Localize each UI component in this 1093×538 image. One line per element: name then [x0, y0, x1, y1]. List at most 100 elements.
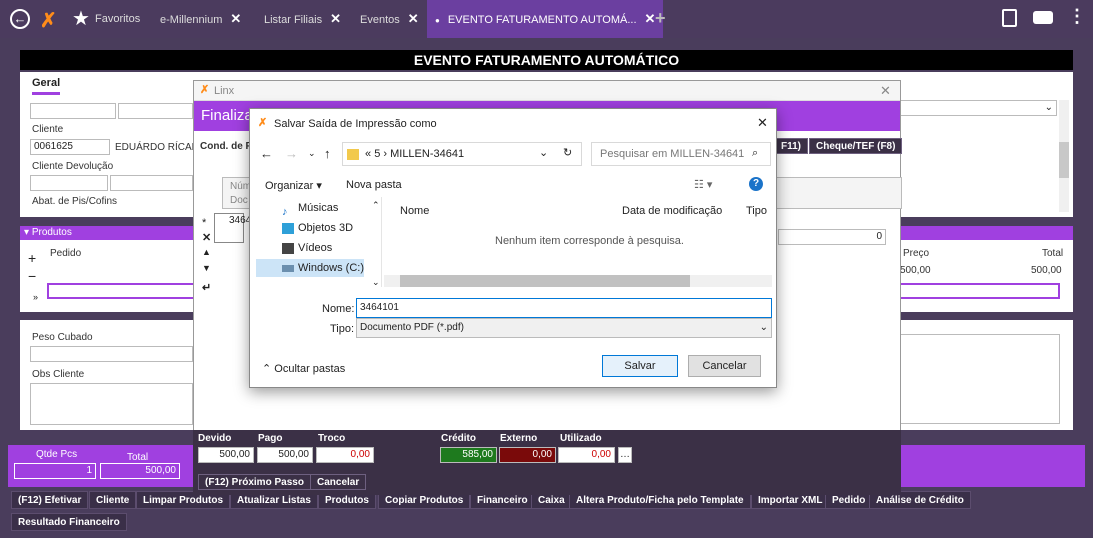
up-icon[interactable]: ▲	[202, 247, 211, 257]
forward-arrow-icon[interactable]: →	[285, 146, 298, 161]
more-menu-icon[interactable]: ⋮	[1068, 6, 1086, 27]
cliente-code-field[interactable]: 0061625	[30, 139, 110, 155]
nav-objetos-3d[interactable]: Objetos 3D	[282, 219, 353, 237]
obs-cliente-field[interactable]	[30, 383, 193, 425]
remove-icon[interactable]: −	[28, 268, 36, 284]
nav-windows-c[interactable]: Windows (C:)	[256, 259, 364, 277]
cliente-devolucao-field[interactable]	[30, 175, 108, 191]
tab-evento-faturamento[interactable]: ● EVENTO FATURAMENTO AUTOMÁ... ✕	[427, 0, 664, 38]
close-icon[interactable]: ✕	[230, 11, 241, 26]
close-icon[interactable]: ✕	[408, 11, 419, 26]
pago-field[interactable]: 500,00	[257, 447, 313, 463]
search-icon[interactable]: ⌕	[752, 147, 758, 160]
up-arrow-icon[interactable]: ↑	[324, 146, 331, 161]
proximo-passo-button[interactable]: (F12) Próximo Passo	[198, 474, 311, 490]
star-icon[interactable]: ★	[72, 6, 90, 31]
devido-field[interactable]: 500,00	[198, 447, 254, 463]
clipboard-icon[interactable]	[1002, 9, 1017, 27]
tab-e-millennium[interactable]: e-Millennium ✕	[160, 0, 241, 38]
close-icon[interactable]: ✕	[330, 11, 341, 26]
f11-button[interactable]: F11)	[774, 138, 809, 154]
col-nome[interactable]: Nome	[400, 205, 429, 217]
save-button[interactable]: Salvar	[602, 355, 678, 377]
linx-logo-icon: ✗	[40, 10, 57, 32]
credito-field[interactable]: 585,00	[440, 447, 497, 463]
troco-field[interactable]: 0,00	[316, 447, 374, 463]
bottom-button-cliente[interactable]: Cliente	[89, 491, 137, 509]
close-icon[interactable]: ✕	[757, 115, 768, 131]
peso-cubado-field[interactable]	[30, 346, 193, 362]
payment-row[interactable]: 3464	[214, 213, 251, 243]
grid-star-icon: *	[202, 217, 207, 229]
tab-listar-filiais[interactable]: Listar Filiais ✕	[264, 0, 341, 38]
total-label: Total	[127, 452, 149, 463]
qtde-pcs-field[interactable]: 1	[14, 463, 96, 479]
refresh-icon[interactable]: ↻	[563, 146, 572, 159]
geral-field-1[interactable]	[30, 103, 116, 119]
address-path: « 5 › MILLEN-34641	[365, 148, 465, 160]
tab-favoritos[interactable]: Favoritos	[95, 0, 140, 38]
value-field[interactable]: 0	[778, 229, 886, 245]
col-data[interactable]: Data de modificação	[622, 205, 722, 217]
organize-button[interactable]: Organizar ▾	[265, 179, 322, 192]
externo-field[interactable]: 0,00	[499, 447, 556, 463]
new-folder-button[interactable]: Nova pasta	[346, 179, 402, 191]
chevron-up-icon: ⌃	[262, 363, 272, 375]
address-dropdown-icon[interactable]: ⌄	[539, 146, 548, 159]
horizontal-scrollbar[interactable]	[384, 275, 772, 287]
preco-value: 500,00	[900, 265, 931, 276]
produtos-selected-row[interactable]	[47, 283, 195, 299]
nav-videos[interactable]: Vídeos	[282, 239, 332, 257]
add-icon[interactable]: +	[28, 250, 36, 266]
down-icon[interactable]: ▼	[202, 263, 211, 273]
enter-icon[interactable]: ↵	[202, 281, 211, 294]
obs-right-field[interactable]	[900, 334, 1060, 424]
cliente-label: Cliente	[32, 124, 64, 135]
total-field[interactable]: 500,00	[100, 463, 180, 479]
tab-geral[interactable]: Geral	[32, 77, 61, 95]
linx-titlebar: ✗ Linx ✕	[194, 81, 900, 101]
obs-cliente-label: Obs Cliente	[32, 369, 85, 380]
total-value: 500,00	[1031, 265, 1062, 276]
nav-scroll-up-icon[interactable]: ⌃	[372, 200, 380, 211]
utilizado-field[interactable]: 0,00	[558, 447, 615, 463]
pago-label: Pago	[258, 433, 283, 444]
close-icon[interactable]: ✕	[645, 11, 656, 26]
chat-icon[interactable]	[1033, 11, 1053, 24]
address-bar[interactable]: « 5 › MILLEN-34641 ⌄ ↻	[342, 142, 582, 166]
produtos-selected-row-right[interactable]	[900, 283, 1060, 299]
help-icon[interactable]: ?	[749, 177, 763, 191]
linx-cancel-button[interactable]: Cancelar	[310, 474, 367, 490]
add-tab-icon[interactable]: +	[655, 8, 666, 29]
right-select[interactable]: ⌄	[900, 100, 1057, 116]
nav-scroll-down-icon[interactable]: ⌄	[372, 277, 380, 288]
nav-pane: ♪ Músicas Objetos 3D Vídeos Windows (C:) …	[254, 197, 382, 287]
col-tipo[interactable]: Tipo	[746, 205, 767, 217]
view-options-icon[interactable]: ☷ ▾	[694, 178, 712, 191]
geral-field-2[interactable]	[118, 103, 193, 119]
close-icon[interactable]: ✕	[880, 83, 891, 99]
recent-dropdown-icon[interactable]: ⌄	[308, 148, 316, 159]
back-arrow-icon[interactable]: ←	[260, 146, 273, 161]
bottom-button-resultado-financeiro[interactable]: Resultado Financeiro	[11, 513, 127, 531]
file-type-select[interactable]: Documento PDF (*.pdf) ⌄	[356, 318, 772, 338]
browser-tab-bar: ← ✗ ★ Favoritos e-Millennium ✕ Listar Fil…	[0, 0, 1093, 38]
tab-eventos[interactable]: Eventos ✕	[360, 0, 419, 38]
utilizado-more-button[interactable]: …	[618, 447, 632, 463]
expand-icon[interactable]: »	[33, 292, 38, 302]
hide-folders-toggle[interactable]: ⌃ Ocultar pastas	[262, 362, 345, 375]
delete-icon[interactable]: ✕	[202, 231, 211, 244]
geral-scrollbar[interactable]	[1059, 100, 1069, 212]
bottom-button-f12-efetivar[interactable]: (F12) Efetivar	[11, 491, 89, 509]
search-input[interactable]: Pesquisar em MILLEN-34641 ⌕	[591, 142, 771, 166]
cancel-button[interactable]: Cancelar	[688, 355, 761, 377]
file-name-input[interactable]: 3464101	[356, 298, 772, 318]
empty-message: Nenhum item corresponde à pesquisa.	[495, 235, 684, 247]
cliente-devolucao-field-2[interactable]	[110, 175, 193, 191]
doc-col: Doc	[230, 195, 248, 206]
pedido-col-header: Pedido	[50, 248, 82, 259]
back-icon[interactable]: ←	[10, 9, 30, 29]
cheque-tef-button[interactable]: Cheque/TEF (F8)	[809, 138, 903, 154]
nav-musicas[interactable]: ♪ Músicas	[282, 199, 338, 218]
devido-label: Devido	[198, 433, 232, 444]
